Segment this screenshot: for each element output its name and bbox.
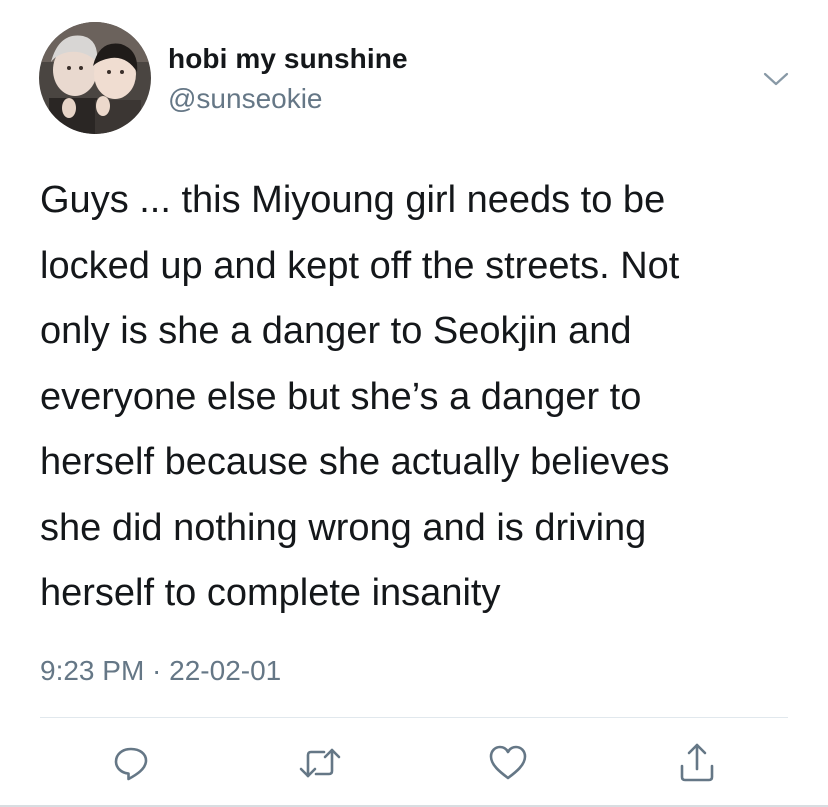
tweet-text-line: she did nothing wrong and is driving: [40, 506, 647, 549]
user-handle[interactable]: @sunseokie: [168, 83, 323, 115]
share-button[interactable]: [669, 735, 725, 791]
tweet-text-line: herself to complete insanity: [40, 572, 501, 614]
tweet-timestamp[interactable]: 9:23 PM · 22-02-01: [40, 655, 281, 687]
share-icon: [680, 743, 714, 782]
tweet-text-line: everyone else but she’s a danger to: [40, 375, 642, 418]
avatar-photo-icon: [39, 22, 151, 134]
tweet-text-line: locked up and kept off the streets. Not: [40, 244, 680, 287]
action-bar: [0, 735, 828, 795]
reply-button[interactable]: [103, 735, 159, 791]
tweet-card: hobi my sunshine @sunseokie Guys ... thi…: [0, 0, 828, 807]
divider: [40, 717, 788, 718]
chevron-down-icon[interactable]: [761, 64, 791, 94]
avatar[interactable]: [39, 22, 151, 134]
tweet-text: Guys ... this Miyoung girl needs to be l…: [40, 168, 810, 627]
display-name[interactable]: hobi my sunshine: [168, 43, 408, 75]
heart-icon: [489, 745, 527, 780]
retweet-icon: [299, 748, 341, 778]
tweet-text-line: herself because she actually believes: [40, 441, 670, 483]
tweet-text-line: only is she a danger to Seokjin and: [40, 310, 632, 352]
retweet-button[interactable]: [292, 735, 348, 791]
tweet-text-line: Guys ... this Miyoung girl needs to be: [40, 179, 666, 221]
like-button[interactable]: [480, 735, 536, 791]
reply-icon: [114, 747, 148, 781]
